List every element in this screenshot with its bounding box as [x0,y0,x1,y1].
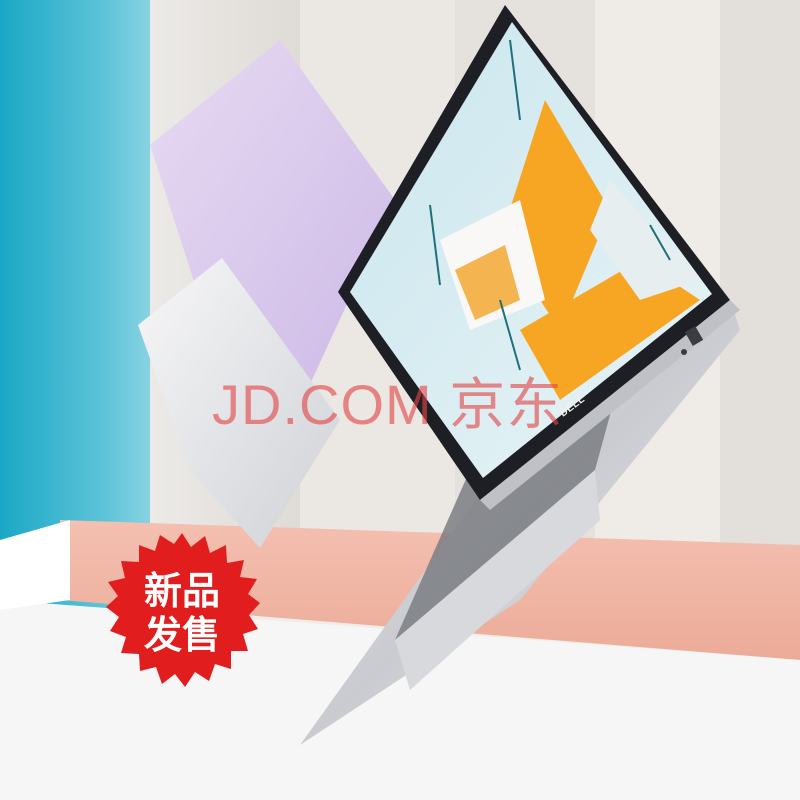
product-photo: DELL JD.COM 京东 新品 发售 [0,0,800,800]
badge-text-line: 新品 [143,569,220,613]
audio-jack-icon [681,349,687,355]
badge-text-line: 发售 [143,613,220,657]
new-release-badge: 新品 发售 [104,533,260,689]
